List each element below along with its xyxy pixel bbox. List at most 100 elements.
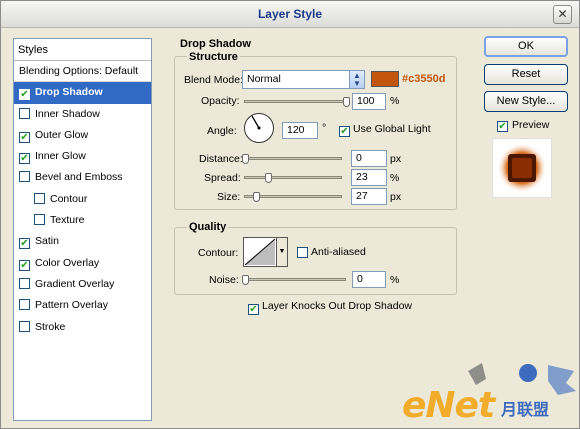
- reset-button[interactable]: Reset: [484, 64, 568, 85]
- preview-swatch-icon: [497, 143, 547, 193]
- checkbox-unchecked-icon[interactable]: [34, 192, 45, 204]
- spread-slider-knob[interactable]: [264, 173, 272, 183]
- preview-label: Preview: [512, 119, 550, 131]
- styles-item[interactable]: ✔ Drop Shadow: [14, 82, 151, 104]
- distance-slider[interactable]: [242, 154, 342, 164]
- styles-item-label: Inner Glow: [35, 150, 86, 163]
- styles-item[interactable]: Bevel and Emboss: [14, 167, 151, 188]
- layer-style-dialog: Layer Style ✕ Styles Blending Options: D…: [0, 0, 580, 429]
- distance-input[interactable]: 0: [351, 150, 387, 167]
- styles-item-label: Contour: [50, 192, 88, 205]
- noise-slider-knob[interactable]: [242, 275, 249, 285]
- styles-item[interactable]: Gradient Overlay: [14, 274, 151, 295]
- contour-preview[interactable]: [243, 237, 277, 267]
- window-title: Layer Style: [257, 7, 323, 21]
- size-input[interactable]: 27: [351, 188, 387, 205]
- angle-dial[interactable]: [244, 113, 274, 143]
- styles-item-label: Outer Glow: [35, 128, 89, 141]
- anti-aliased-check-icon: [297, 247, 308, 258]
- noise-unit: %: [390, 274, 400, 286]
- select-arrows-icon: ▲ ▼: [349, 71, 364, 88]
- spread-input[interactable]: 23: [351, 169, 387, 186]
- checkbox-checked-icon[interactable]: ✔: [19, 131, 30, 143]
- checkbox-unchecked-icon[interactable]: [19, 171, 30, 183]
- angle-label: Angle:: [207, 125, 237, 137]
- contour-curve-icon: [244, 238, 276, 266]
- styles-item-label: Inner Shadow: [35, 107, 100, 120]
- opacity-label: Opacity:: [201, 95, 240, 107]
- contour-dropdown-arrow[interactable]: ▼: [277, 237, 288, 267]
- styles-item-label: Stroke: [35, 320, 66, 333]
- styles-item-label: Color Overlay: [35, 256, 100, 269]
- drop-shadow-title: Drop Shadow: [178, 38, 253, 50]
- checkbox-checked-icon[interactable]: ✔: [19, 89, 30, 101]
- quality-title: Quality: [187, 221, 229, 233]
- global-light-check-icon: ✔: [339, 126, 350, 137]
- distance-label: Distance:: [199, 153, 243, 165]
- angle-needle-icon: [251, 115, 261, 130]
- size-slider[interactable]: [244, 192, 342, 202]
- close-button[interactable]: ✕: [553, 5, 572, 24]
- styles-item-label: Blending Options: Default: [19, 65, 139, 77]
- distance-slider-knob[interactable]: [242, 154, 249, 164]
- knocks-out-check-icon: ✔: [248, 304, 259, 315]
- knocks-out-label: Layer Knocks Out Drop Shadow: [262, 300, 412, 312]
- opacity-slider[interactable]: [244, 97, 350, 107]
- angle-input[interactable]: 120: [282, 122, 318, 139]
- spread-slider[interactable]: [244, 173, 342, 183]
- size-label: Size:: [217, 191, 241, 203]
- anti-aliased-label: Anti-aliased: [311, 246, 366, 258]
- spread-label: Spread:: [204, 172, 241, 184]
- distance-unit: px: [390, 153, 402, 165]
- styles-list: Styles Blending Options: Default ✔ Drop Sh…: [13, 38, 152, 421]
- watermark-logo-text: eNet: [402, 385, 495, 426]
- styles-item-label: Gradient Overlay: [35, 277, 115, 290]
- checkbox-unchecked-icon[interactable]: [19, 277, 30, 289]
- styles-item[interactable]: Pattern Overlay: [14, 295, 151, 316]
- contour-label: Contour:: [198, 247, 239, 259]
- styles-item-label: Pattern Overlay: [35, 299, 108, 312]
- checkbox-checked-icon[interactable]: ✔: [19, 238, 30, 250]
- noise-slider[interactable]: [242, 275, 346, 285]
- styles-item-label: Bevel and Emboss: [35, 171, 123, 184]
- new-style-button[interactable]: New Style...: [484, 91, 568, 112]
- styles-item-label: Texture: [50, 214, 85, 227]
- noise-label: Noise:: [209, 274, 239, 286]
- checkbox-checked-icon[interactable]: ✔: [19, 153, 30, 165]
- noise-input[interactable]: 0: [352, 271, 386, 288]
- styles-item-label: Drop Shadow: [35, 86, 103, 99]
- watermark-site-text: 月联盟: [501, 402, 550, 419]
- styles-item[interactable]: ✔ Color Overlay: [14, 253, 151, 274]
- checkbox-unchecked-icon[interactable]: [19, 299, 30, 311]
- angle-unit: °: [322, 122, 327, 134]
- styles-item[interactable]: ✔ Outer Glow: [14, 125, 151, 146]
- style-preview-thumbnail: [492, 138, 552, 198]
- styles-list-header[interactable]: Styles: [14, 39, 151, 61]
- styles-item[interactable]: Stroke: [14, 317, 151, 338]
- styles-item[interactable]: ✔ Inner Glow: [14, 146, 151, 167]
- blend-mode-value: Normal: [247, 73, 281, 85]
- styles-item[interactable]: Inner Shadow: [14, 104, 151, 125]
- styles-item-label: Satin: [35, 235, 59, 248]
- checkbox-unchecked-icon[interactable]: [19, 107, 30, 119]
- blend-mode-label: Blend Mode:: [184, 74, 243, 86]
- use-global-light-label: Use Global Light: [353, 123, 431, 135]
- checkbox-unchecked-icon[interactable]: [19, 320, 30, 332]
- shadow-color-hex: #c3550d: [402, 73, 446, 85]
- checkbox-unchecked-icon[interactable]: [34, 214, 45, 226]
- size-slider-knob[interactable]: [252, 192, 260, 202]
- ok-button[interactable]: OK: [484, 36, 568, 57]
- preview-checkbox[interactable]: ✔: [497, 118, 513, 132]
- checkbox-checked-icon[interactable]: ✔: [19, 259, 30, 271]
- blend-mode-select[interactable]: Normal ▲ ▼: [242, 70, 365, 89]
- title-bar[interactable]: Layer Style ✕: [1, 1, 579, 28]
- preview-check-icon: ✔: [497, 121, 508, 132]
- spread-unit: %: [390, 172, 400, 184]
- styles-item[interactable]: Contour: [14, 189, 151, 210]
- opacity-input[interactable]: 100: [352, 93, 386, 110]
- shadow-color-swatch[interactable]: [371, 71, 399, 87]
- styles-item[interactable]: ✔ Satin: [14, 231, 151, 252]
- styles-item[interactable]: Texture: [14, 210, 151, 231]
- styles-item[interactable]: Blending Options: Default: [14, 61, 151, 83]
- opacity-slider-knob[interactable]: [343, 97, 350, 107]
